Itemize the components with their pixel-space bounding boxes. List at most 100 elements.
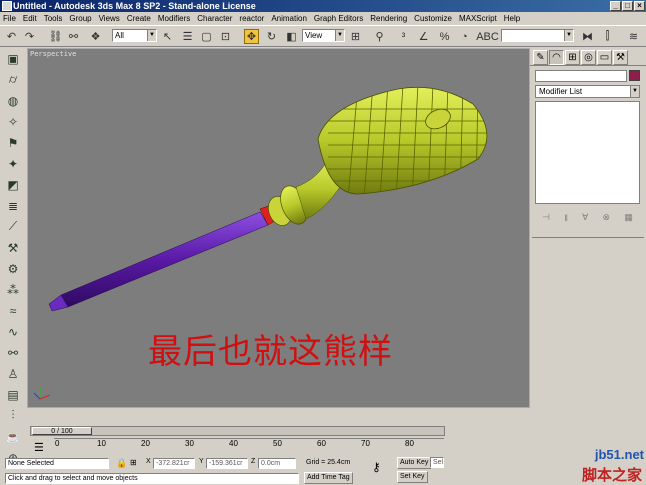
spinner-snap-icon[interactable]: ◔ xyxy=(457,29,472,44)
select-rotate-icon[interactable]: ↻ xyxy=(264,29,279,44)
object-color-swatch[interactable] xyxy=(629,70,640,81)
select-move-icon[interactable]: ✥ xyxy=(244,29,259,44)
menu-animation[interactable]: Animation xyxy=(271,14,307,23)
close-button[interactable]: × xyxy=(634,1,645,11)
bone-icon[interactable]: ⚯ xyxy=(2,343,24,362)
helper-icon[interactable]: ✦ xyxy=(2,154,24,173)
track-bar[interactable]: 0 10 20 30 40 50 60 70 80 xyxy=(54,438,444,454)
wind-icon[interactable]: ≈ xyxy=(2,301,24,320)
rect-selection-icon[interactable]: ▢ xyxy=(199,29,214,44)
menu-modifiers[interactable]: Modifiers xyxy=(158,14,190,23)
named-selection-sets-dropdown[interactable]: ▼ xyxy=(501,29,574,42)
prompt-line: Click and drag to select and move object… xyxy=(5,473,299,484)
add-time-tag-button[interactable]: Add Time Tag xyxy=(304,472,353,484)
time-slider-thumb[interactable]: 0 / 100 xyxy=(32,427,92,435)
show-end-result-icon[interactable]: ‖ xyxy=(564,213,568,223)
window-title: Untitled - Autodesk 3ds Max 8 SP2 - Stan… xyxy=(13,1,256,11)
pivot-center-icon[interactable]: ⊞ xyxy=(348,29,363,44)
wrench-icon[interactable]: ⚒ xyxy=(2,238,24,257)
z-coordinate-field[interactable]: 0.0cm xyxy=(258,458,296,469)
set-key-button[interactable]: Set Key xyxy=(397,471,428,483)
select-scale-icon[interactable]: ◧ xyxy=(284,29,299,44)
wave-icon[interactable]: ∿ xyxy=(2,322,24,341)
window-crossing-icon[interactable]: ⊡ xyxy=(218,29,233,44)
modify-tab-icon[interactable]: ◠ xyxy=(549,50,564,65)
absolute-mode-icon[interactable]: ⊞ xyxy=(130,458,137,467)
auto-key-button[interactable]: Auto Key xyxy=(397,457,432,469)
shapes-icon[interactable]: ◩ xyxy=(2,175,24,194)
snap-3d-icon[interactable]: ³ xyxy=(396,29,411,44)
unlink-icon[interactable]: ⚯ xyxy=(66,29,81,44)
menu-edit[interactable]: Edit xyxy=(23,14,37,23)
menu-character[interactable]: Character xyxy=(197,14,232,23)
biped-icon[interactable]: ♙ xyxy=(2,364,24,383)
mini-curve-icon[interactable]: ☰ xyxy=(34,441,44,454)
maximize-button[interactable]: □ xyxy=(622,1,633,11)
menu-create[interactable]: Create xyxy=(127,14,151,23)
angle-snap-icon[interactable]: ∠ xyxy=(416,29,431,44)
menu-tools[interactable]: Tools xyxy=(44,14,63,23)
particle-icon[interactable]: ⁂ xyxy=(2,280,24,299)
display-tab-icon[interactable]: ▭ xyxy=(597,50,612,65)
hair-icon[interactable]: ⫶ xyxy=(2,406,24,425)
modifier-list-dropdown[interactable]: Modifier List ▼ xyxy=(535,85,640,98)
y-coordinate-field[interactable]: -159.361cr xyxy=(206,458,248,469)
menu-file[interactable]: File xyxy=(3,14,16,23)
render-icon[interactable]: ☕ xyxy=(2,427,24,446)
menu-graph-editors[interactable]: Graph Editors xyxy=(314,14,363,23)
lock-icon[interactable]: 🔒 xyxy=(116,458,127,469)
sphere-icon[interactable]: ◍ xyxy=(2,91,24,110)
reference-coordinate-dropdown[interactable]: View ▼ xyxy=(302,29,345,42)
percent-snap-icon[interactable]: % xyxy=(437,29,452,44)
key-icon[interactable]: ⚷ xyxy=(372,460,381,474)
tick-label: 20 xyxy=(141,439,150,448)
cloth-icon[interactable]: ▤ xyxy=(2,385,24,404)
bind-spacewarp-icon[interactable]: ❖ xyxy=(88,29,103,44)
menu-views[interactable]: Views xyxy=(99,14,120,23)
grid-size-label: Grid = 25.4cm xyxy=(306,459,351,466)
align-icon[interactable]: ⫿ xyxy=(600,29,615,44)
gear-icon[interactable]: ⚙ xyxy=(2,259,24,278)
menu-maxscript[interactable]: MAXScript xyxy=(459,14,497,23)
brush-icon[interactable]: ⟋ xyxy=(2,217,24,236)
menu-rendering[interactable]: Rendering xyxy=(370,14,407,23)
cylinder-icon[interactable]: ⌭ xyxy=(2,70,24,89)
mirror-icon[interactable]: ⧓ xyxy=(580,29,595,44)
app-icon[interactable] xyxy=(2,1,12,11)
remove-modifier-icon[interactable]: ⊗ xyxy=(603,212,611,223)
time-slider[interactable]: 0 / 100 xyxy=(30,426,445,436)
link-icon[interactable]: ⛓ xyxy=(48,29,63,44)
light-icon[interactable]: ✧ xyxy=(2,112,24,131)
menu-reactor[interactable]: reactor xyxy=(239,14,264,23)
box-icon[interactable]: ▣ xyxy=(2,49,24,68)
hierarchy-tab-icon[interactable]: ⊞ xyxy=(565,50,580,65)
layer-manager-icon[interactable]: ≋ xyxy=(626,29,641,44)
object-name-field[interactable] xyxy=(535,70,627,82)
create-tab-icon[interactable]: ✎ xyxy=(533,50,548,65)
motion-tab-icon[interactable]: ◎ xyxy=(581,50,596,65)
redo-icon[interactable]: ↷ xyxy=(22,29,37,44)
overlay-caption: 最后也就这熊样 xyxy=(148,332,393,372)
utilities-tab-icon[interactable]: ⚒ xyxy=(613,50,628,65)
menu-help[interactable]: Help xyxy=(504,14,520,23)
menu-customize[interactable]: Customize xyxy=(414,14,452,23)
select-manipulate-icon[interactable]: ⚲ xyxy=(372,29,387,44)
selection-filter-dropdown[interactable]: All ▼ xyxy=(112,29,157,42)
stack-icon[interactable]: ≣ xyxy=(2,196,24,215)
watermark-line2: 脚本之家 xyxy=(581,467,642,484)
menu-group[interactable]: Group xyxy=(69,14,91,23)
camera-icon[interactable]: ⚑ xyxy=(2,133,24,152)
left-toolbar: ▣ ⌭ ◍ ✧ ⚑ ✦ ◩ ≣ ⟋ ⚒ ⚙ ⁂ ≈ ∿ ⚯ ♙ ▤ ⫶ ☕ ⊕ xyxy=(0,48,26,465)
x-coordinate-field[interactable]: -372.821cr xyxy=(153,458,195,469)
select-object-icon[interactable]: ↖ xyxy=(160,29,175,44)
configure-sets-icon[interactable]: ▦ xyxy=(624,212,633,223)
perspective-viewport[interactable]: Perspective 最后也就这熊样 xyxy=(27,48,530,408)
make-unique-icon[interactable]: ∀ xyxy=(582,212,588,223)
minimize-button[interactable]: _ xyxy=(610,1,621,11)
named-selection-icon[interactable]: ABC xyxy=(476,29,499,44)
modifier-stack[interactable] xyxy=(535,101,640,204)
key-filter-field[interactable]: Sel xyxy=(430,457,444,468)
undo-icon[interactable]: ↶ xyxy=(4,29,19,44)
select-by-name-icon[interactable]: ☰ xyxy=(180,29,195,44)
pin-stack-icon[interactable]: ⊣ xyxy=(542,212,550,223)
